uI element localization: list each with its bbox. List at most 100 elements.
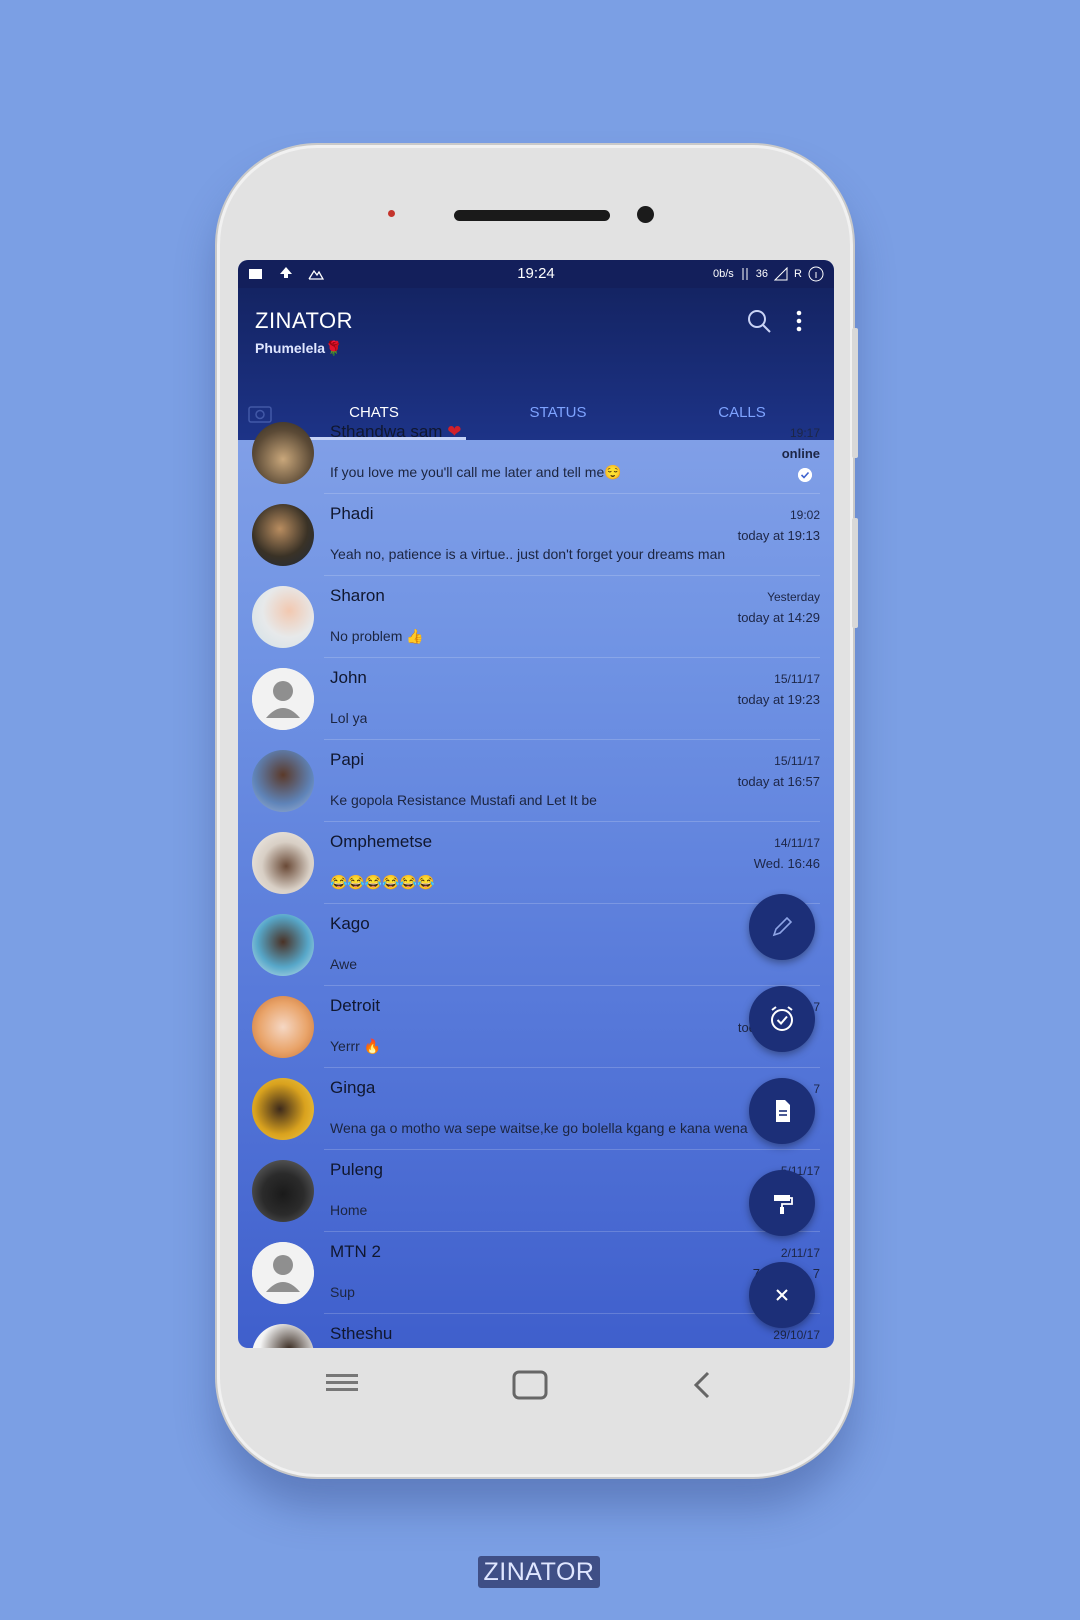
- chat-message: Lol ya: [330, 710, 368, 726]
- chat-name: MTN 2: [330, 1242, 381, 1261]
- volume-button: [852, 328, 858, 458]
- default-avatar-icon: [252, 668, 314, 730]
- chat-message: Yerrr 🔥: [330, 1038, 382, 1054]
- chat-name: Papi: [330, 750, 365, 769]
- recents-menu-icon[interactable]: [326, 1370, 358, 1396]
- chat-row[interactable]: Phadi 19:02 today at 19:13 Yeah no, pati…: [238, 494, 834, 576]
- chat-row[interactable]: Sharon Yesterday today at 14:29 No probl…: [238, 576, 834, 658]
- pencil-icon: [772, 916, 793, 937]
- chat-list: Sthandwa sam ❤ 19:17 online If you love …: [238, 412, 834, 1348]
- chat-name-text: Sthandwa sam: [330, 422, 443, 441]
- chat-row[interactable]: Omphemetse 14/11/17 Wed. 16:46 😂😂😂😂😂😂: [238, 822, 834, 904]
- data-transfer-icon: [742, 268, 748, 280]
- app-title: ZINATOR: [255, 308, 354, 333]
- chat-message: Sup: [330, 1284, 355, 1300]
- chat-row[interactable]: Kago Awe: [238, 904, 834, 986]
- chat-last-seen: today at 16:57: [737, 774, 820, 789]
- chat-message: Awe: [330, 956, 357, 972]
- document-fab[interactable]: [749, 1078, 815, 1144]
- chat-row[interactable]: Puleng 5/11/17 Home: [238, 1150, 834, 1232]
- chat-name: Sthandwa sam ❤: [330, 422, 461, 442]
- power-button: [852, 518, 858, 628]
- chat-name: Puleng: [330, 1160, 383, 1179]
- avatar[interactable]: [252, 832, 314, 894]
- chat-time: 29/10/17: [773, 1328, 820, 1342]
- network-speed: 0b/s: [713, 268, 734, 280]
- chat-message: Yeah no, patience is a virtue.. just don…: [330, 546, 726, 562]
- chat-last-seen-tail: 7: [812, 1266, 820, 1281]
- compose-fab[interactable]: [749, 894, 815, 960]
- reminder-fab[interactable]: [749, 986, 815, 1052]
- chat-message: 😂😂😂😂😂😂: [330, 874, 435, 890]
- close-fab[interactable]: [749, 1262, 815, 1328]
- chat-name: Sharon: [330, 586, 385, 605]
- heart-emoji: ❤: [447, 422, 462, 441]
- avatar[interactable]: [252, 996, 314, 1058]
- signal-icon: [774, 267, 788, 281]
- chat-message: Ke gopola Resistance Mustafi and Let It …: [330, 792, 597, 808]
- network-type: 36: [755, 268, 769, 280]
- avatar[interactable]: [252, 1242, 314, 1304]
- status-bar: 19:24 0b/s 36 R: [238, 260, 834, 288]
- avatar[interactable]: [252, 1078, 314, 1140]
- earpiece-speaker: [454, 210, 610, 221]
- avatar[interactable]: [252, 750, 314, 812]
- avatar[interactable]: [252, 504, 314, 566]
- chat-time: Yesterday: [767, 590, 820, 604]
- alarm-check-icon: [771, 1006, 793, 1031]
- chat-name: Detroit: [330, 996, 381, 1015]
- chat-name: Phadi: [330, 504, 374, 523]
- system-nav-bar: [220, 1358, 850, 1418]
- chat-status: online: [781, 446, 820, 461]
- chat-time: 19:02: [789, 508, 820, 522]
- avatar[interactable]: [252, 668, 314, 730]
- close-icon: [776, 1289, 788, 1301]
- chat-name: Ginga: [330, 1078, 376, 1097]
- chat-row[interactable]: Sthandwa sam ❤ 19:17 online If you love …: [238, 412, 834, 494]
- read-check-icon: [798, 468, 812, 482]
- default-avatar-icon: [252, 1242, 314, 1304]
- more-options-icon[interactable]: [786, 308, 812, 334]
- avatar[interactable]: [252, 586, 314, 648]
- chat-time: 19:17: [789, 426, 820, 440]
- phone-screen: 19:24 0b/s 36 R ZINATOR Phumelela🌹 CHATS…: [238, 260, 834, 1348]
- info-icon: [808, 266, 824, 282]
- chat-row[interactable]: Detroit 7 tod Yerrr 🔥: [238, 986, 834, 1068]
- document-icon: [776, 1100, 790, 1122]
- chat-last-seen: Wed. 16:46: [753, 856, 820, 871]
- app-subtitle: Phumelela🌹: [255, 340, 343, 356]
- front-camera: [637, 206, 654, 223]
- chat-message: If you love me you'll call me later and …: [330, 464, 622, 480]
- avatar[interactable]: [252, 1160, 314, 1222]
- roaming-indicator: R: [794, 268, 802, 280]
- chat-row[interactable]: Papi 15/11/17 today at 16:57 Ke gopola R…: [238, 740, 834, 822]
- chat-name: Kago: [330, 914, 370, 933]
- chat-row[interactable]: Ginga 7 Wena ga o motho wa sepe waitse,k…: [238, 1068, 834, 1150]
- paint-roller-icon: [774, 1195, 793, 1214]
- chat-name: John: [330, 668, 367, 687]
- chat-message: Home: [330, 1202, 368, 1218]
- back-icon[interactable]: [692, 1370, 712, 1400]
- search-icon[interactable]: [746, 308, 772, 334]
- avatar[interactable]: [252, 1324, 314, 1348]
- chat-name: Stheshu: [330, 1324, 393, 1343]
- chat-last-seen: today at 19:13: [737, 528, 820, 543]
- chat-row[interactable]: MTN 2 2/11/17 7 7 Sup: [238, 1232, 834, 1314]
- chat-row[interactable]: John 15/11/17 today at 19:23 Lol ya: [238, 658, 834, 740]
- chat-message: No problem 👍: [330, 628, 424, 644]
- home-icon[interactable]: [512, 1370, 548, 1400]
- chat-time: 15/11/17: [774, 672, 820, 686]
- chat-message: Wena ga o motho wa sepe waitse,ke go bol…: [330, 1120, 748, 1136]
- chat-time: 15/11/17: [774, 754, 820, 768]
- chat-last-seen: today at 19:23: [737, 692, 820, 707]
- chat-row[interactable]: Stheshu 29/10/17: [238, 1314, 834, 1348]
- chat-name: Omphemetse: [330, 832, 433, 851]
- avatar[interactable]: [252, 422, 314, 484]
- avatar[interactable]: [252, 914, 314, 976]
- notification-led: [388, 210, 395, 217]
- chat-time: 2/11/17: [780, 1246, 820, 1260]
- chat-time: 14/11/17: [774, 836, 820, 850]
- theme-fab[interactable]: [749, 1170, 815, 1236]
- brand-label: ZINATOR: [478, 1556, 600, 1588]
- chat-last-seen: today at 14:29: [737, 610, 820, 625]
